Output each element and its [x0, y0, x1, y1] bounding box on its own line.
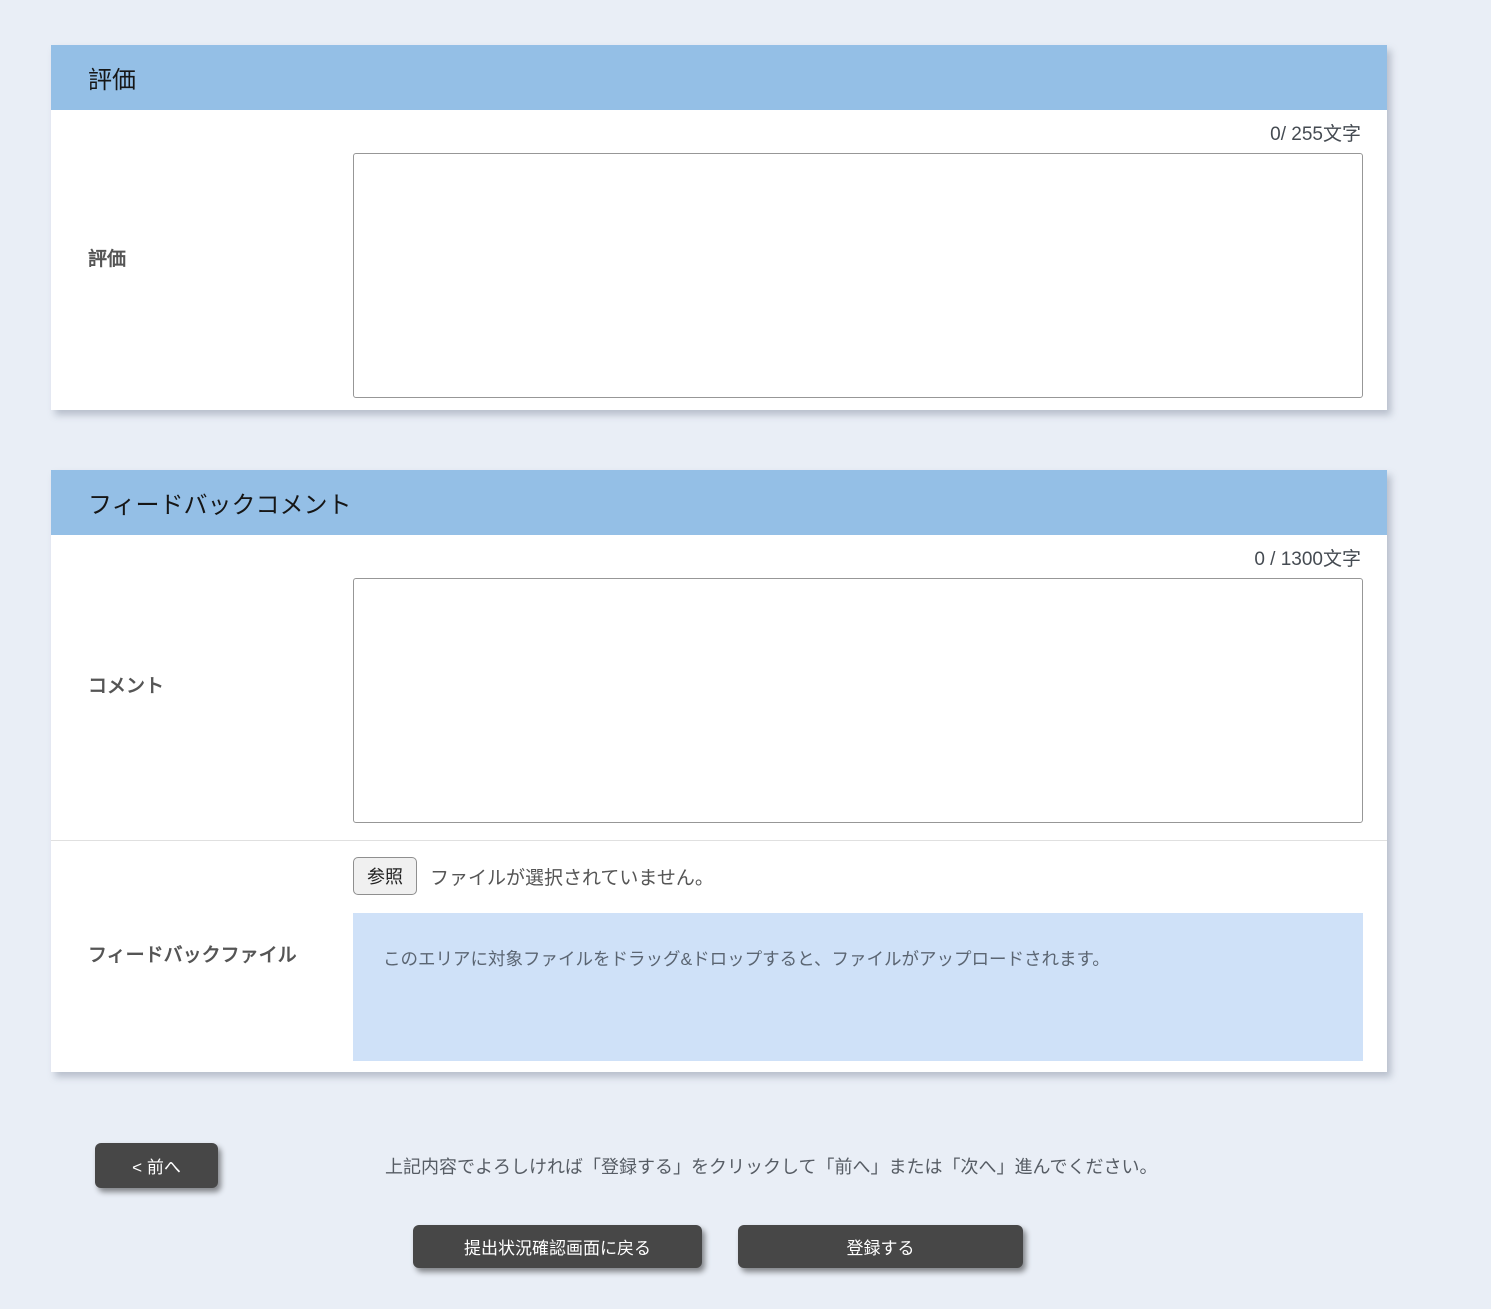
evaluation-section-title: 評価 [88, 60, 136, 95]
comment-content-column: 0 / 1300文字 [353, 535, 1387, 840]
file-picker: 参照 ファイルが選択されていません。 [353, 857, 1363, 895]
footer-row-2: 提出状況確認画面に戻る 登録する [0, 1225, 1491, 1268]
footer-instruction-text: 上記内容でよろしければ「登録する」をクリックして「前へ」または「次へ」進んでくだ… [385, 1153, 1158, 1179]
evaluation-content-column: 0/ 255文字 [353, 110, 1387, 410]
footer-row-1: < 前へ 上記内容でよろしければ「登録する」をクリックして「前へ」または「次へ」… [0, 1143, 1491, 1188]
comment-field-label: コメント [88, 674, 164, 701]
evaluation-label-column: 評価 [51, 110, 353, 410]
evaluation-textarea[interactable] [353, 153, 1363, 398]
feedback-section: フィードバックコメント コメント 0 / 1300文字 フィードバックファイル … [51, 470, 1387, 1072]
feedback-section-header: フィードバックコメント [51, 470, 1387, 535]
browse-file-button[interactable]: 参照 [353, 857, 417, 895]
back-to-submission-status-button[interactable]: 提出状況確認画面に戻る [413, 1225, 702, 1268]
register-button[interactable]: 登録する [738, 1225, 1023, 1268]
feedback-section-title: フィードバックコメント [88, 485, 352, 520]
feedback-file-content-column: 参照 ファイルが選択されていません。 このエリアに対象ファイルをドラッグ&ドロッ… [353, 841, 1387, 1072]
comment-label-column: コメント [51, 535, 353, 840]
comment-char-counter: 0 / 1300文字 [353, 535, 1363, 578]
no-file-selected-text: ファイルが選択されていません。 [430, 863, 714, 890]
comment-textarea[interactable] [353, 578, 1363, 823]
comment-row: コメント 0 / 1300文字 [51, 535, 1387, 840]
feedback-file-field-label: フィードバックファイル [88, 943, 297, 970]
feedback-file-label-column: フィードバックファイル [51, 841, 353, 1072]
file-dropzone-text: このエリアに対象ファイルをドラッグ&ドロップすると、ファイルがアップロードされま… [383, 949, 1110, 969]
evaluation-char-counter: 0/ 255文字 [353, 110, 1363, 153]
previous-button[interactable]: < 前へ [95, 1143, 218, 1188]
evaluation-row: 評価 0/ 255文字 [51, 110, 1387, 410]
evaluation-section: 評価 評価 0/ 255文字 [51, 45, 1387, 410]
evaluation-section-header: 評価 [51, 45, 1387, 110]
file-dropzone[interactable]: このエリアに対象ファイルをドラッグ&ドロップすると、ファイルがアップロードされま… [353, 913, 1363, 1061]
evaluation-field-label: 評価 [88, 247, 126, 274]
feedback-file-row: フィードバックファイル 参照 ファイルが選択されていません。 このエリアに対象フ… [51, 840, 1387, 1072]
page: 評価 評価 0/ 255文字 フィードバックコメント コメント 0 / 1300… [0, 0, 1491, 1309]
